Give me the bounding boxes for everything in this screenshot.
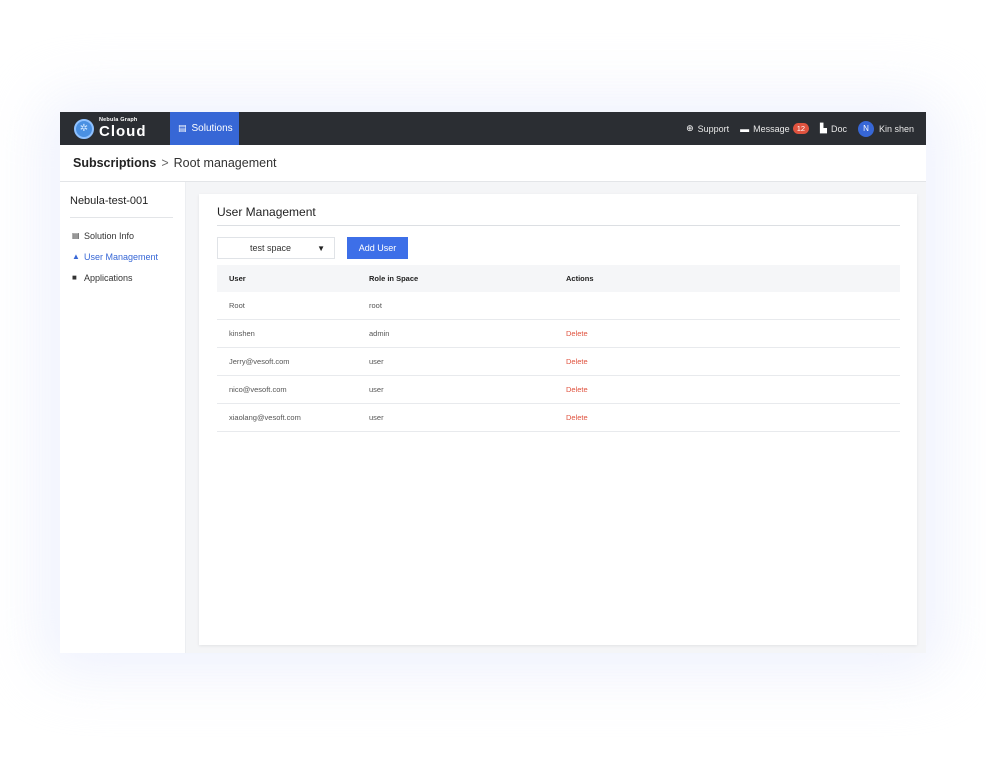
message-label: Message bbox=[753, 123, 790, 134]
cell-role: user bbox=[369, 385, 384, 394]
doc-label: Doc bbox=[830, 123, 847, 134]
sidebar-item-label: Applications bbox=[84, 272, 133, 283]
cell-role: root bbox=[369, 301, 382, 310]
breadcrumb: Subscriptions > Root management bbox=[60, 145, 926, 182]
space-select[interactable]: test space ▼ bbox=[217, 237, 335, 259]
cluster-name: Nebula-test-001 bbox=[70, 195, 173, 218]
top-navigation-bar: ✲ Nebula Graph Cloud ▤ Solutions ⊕ Suppo… bbox=[60, 112, 926, 145]
sidebar-item-user-management[interactable]: ▲ User Management bbox=[72, 246, 185, 267]
table-row: nico@vesoft.com user Delete bbox=[217, 376, 900, 404]
delete-link[interactable]: Delete bbox=[566, 357, 716, 366]
logo-big-text: Cloud bbox=[99, 123, 147, 141]
support-label: Support bbox=[697, 123, 730, 134]
sidebar-item-solution-info[interactable]: ▤ Solution Info bbox=[72, 225, 185, 246]
cell-user: Root bbox=[229, 301, 245, 310]
table-row: Jerry@vesoft.com user Delete bbox=[217, 348, 900, 376]
book-icon: ▙ bbox=[820, 123, 827, 133]
breadcrumb-separator: > bbox=[161, 156, 169, 170]
nebula-cloud-logo[interactable]: ✲ Nebula Graph Cloud bbox=[74, 117, 170, 141]
message-link[interactable]: ▬ Message 12 bbox=[740, 123, 810, 134]
page-title: User Management bbox=[217, 205, 900, 226]
delete-link[interactable]: Delete bbox=[566, 329, 716, 338]
solutions-label: Solutions bbox=[191, 123, 233, 134]
cell-user: Jerry@vesoft.com bbox=[229, 357, 290, 366]
delete-link[interactable]: Delete bbox=[566, 385, 716, 394]
space-select-value: test space bbox=[250, 243, 292, 253]
sidebar-item-label: User Management bbox=[84, 251, 159, 262]
column-header-role: Role in Space bbox=[369, 274, 419, 283]
sidebar: Nebula-test-001 ▤ Solution Info ▲ User M… bbox=[60, 182, 186, 653]
cell-role: user bbox=[369, 413, 384, 422]
apps-grid-icon: ■ bbox=[72, 273, 77, 282]
table-row: Root root bbox=[217, 292, 900, 320]
lifebuoy-icon: ⊕ bbox=[686, 123, 694, 133]
sidebar-item-applications[interactable]: ■ Applications bbox=[72, 267, 185, 288]
table-row: xiaolang@vesoft.com user Delete bbox=[217, 404, 900, 432]
avatar: N bbox=[857, 120, 874, 137]
user-menu[interactable]: N Kin shen bbox=[857, 120, 914, 137]
cell-role: user bbox=[369, 357, 384, 366]
support-link[interactable]: ⊕ Support bbox=[686, 123, 729, 134]
delete-link[interactable]: Delete bbox=[566, 413, 716, 422]
server-icon: ▤ bbox=[178, 123, 187, 133]
doc-link[interactable]: ▙ Doc bbox=[820, 123, 847, 134]
user-management-panel: User Management test space ▼ Add User Us… bbox=[199, 194, 917, 645]
message-icon: ▬ bbox=[740, 123, 750, 134]
user-icon: ▲ bbox=[72, 252, 80, 261]
app-window: ✲ Nebula Graph Cloud ▤ Solutions ⊕ Suppo… bbox=[60, 112, 926, 653]
cell-user: nico@vesoft.com bbox=[229, 385, 287, 394]
sidebar-item-label: Solution Info bbox=[84, 230, 135, 241]
cell-role: admin bbox=[369, 329, 390, 338]
breadcrumb-current: Root management bbox=[173, 156, 277, 170]
table-row: kinshen admin Delete bbox=[217, 320, 900, 348]
message-count-badge: 12 bbox=[792, 123, 810, 134]
users-table: User Role in Space Actions Root root kin… bbox=[217, 265, 900, 432]
column-header-user: User bbox=[229, 274, 246, 283]
column-header-actions: Actions bbox=[566, 274, 594, 283]
caret-down-icon: ▼ bbox=[317, 243, 325, 253]
breadcrumb-subscriptions[interactable]: Subscriptions bbox=[73, 156, 156, 170]
cell-user: kinshen bbox=[229, 329, 255, 338]
add-user-button[interactable]: Add User bbox=[347, 237, 408, 259]
table-header: User Role in Space Actions bbox=[217, 265, 900, 292]
document-icon: ▤ bbox=[72, 231, 80, 240]
cell-user: xiaolang@vesoft.com bbox=[229, 413, 301, 422]
logo-icon: ✲ bbox=[74, 118, 94, 139]
user-name: Kin shen bbox=[878, 123, 914, 134]
solutions-menu[interactable]: ▤ Solutions bbox=[170, 112, 239, 145]
